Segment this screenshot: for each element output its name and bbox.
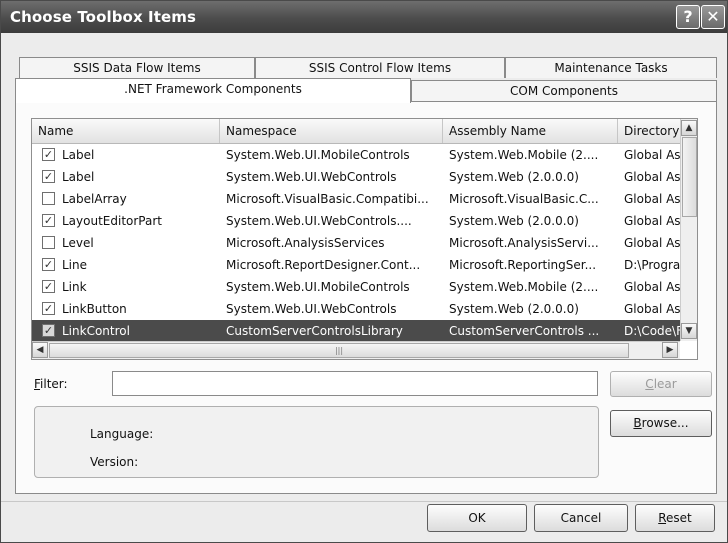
cell-name: Label	[62, 170, 95, 184]
cell-assembly: System.Web.Mobile (2....	[449, 280, 599, 294]
window-title: Choose Toolbox Items	[10, 8, 197, 26]
cell-namespace: Microsoft.VisualBasic.Compatibi...	[226, 192, 429, 206]
list-header: Name Namespace Assembly Name Directory	[32, 119, 680, 144]
reset-button[interactable]: Reset	[635, 504, 715, 532]
cell-namespace: System.Web.UI.WebControls....	[226, 214, 412, 228]
cell-directory: Global Ass	[624, 214, 680, 228]
cell-name: Level	[62, 236, 94, 250]
clear-button[interactable]: Clear	[610, 371, 712, 397]
cell-directory: Global Ass	[624, 302, 680, 316]
components-list[interactable]: Name Namespace Assembly Name Directory ✓…	[31, 118, 698, 360]
table-row[interactable]: LabelArray Microsoft.VisualBasic.Compatib…	[32, 188, 680, 210]
version-label: Version:	[90, 455, 139, 469]
table-row[interactable]: Level Microsoft.AnalysisServices Microsoft…	[32, 232, 680, 254]
tab-net-framework-components[interactable]: .NET Framework Components	[15, 78, 411, 103]
tab-ssis-control-flow-items[interactable]: SSIS Control Flow Items	[255, 57, 505, 78]
cell-namespace: System.Web.UI.MobileControls	[226, 280, 410, 294]
cell-namespace: System.Web.UI.WebControls	[226, 170, 397, 184]
cell-name: LinkControl	[62, 324, 130, 338]
horizontal-scrollbar[interactable]: ◀ ||| ▶	[32, 341, 680, 359]
cell-name: LinkButton	[62, 302, 127, 316]
browse-button[interactable]: Browse...	[610, 410, 712, 437]
cell-directory: Global Ass	[624, 280, 680, 294]
column-header-namespace[interactable]: Namespace	[220, 119, 443, 143]
table-row[interactable]: ✓ Label System.Web.UI.WebControls System.We…	[32, 166, 680, 188]
cell-name: Line	[62, 258, 88, 272]
tab-com-components[interactable]: COM Components	[411, 80, 717, 101]
cell-assembly: CustomServerControls ...	[449, 324, 600, 338]
column-header-directory[interactable]: Directory	[618, 119, 680, 143]
cell-assembly: Microsoft.VisualBasic.C...	[449, 192, 599, 206]
cell-assembly: System.Web (2.0.0.0)	[449, 214, 579, 228]
table-row[interactable]: ✓ LinkButton System.Web.UI.WebControls Syst…	[32, 298, 680, 320]
cell-assembly: System.Web.Mobile (2....	[449, 148, 599, 162]
tab-ssis-data-flow-items[interactable]: SSIS Data Flow Items	[19, 57, 255, 78]
cell-directory: Global Ass	[624, 236, 680, 250]
cell-assembly: System.Web (2.0.0.0)	[449, 302, 579, 316]
scroll-right-button[interactable]: ▶	[662, 342, 678, 358]
title-bar[interactable]: Choose Toolbox Items ? ✕	[1, 1, 727, 33]
vertical-scroll-thumb[interactable]	[682, 137, 697, 217]
cell-assembly: System.Web (2.0.0.0)	[449, 170, 579, 184]
cell-namespace: Microsoft.AnalysisServices	[226, 236, 385, 250]
cell-directory: Global Ass	[624, 170, 680, 184]
horizontal-scroll-thumb[interactable]: |||	[49, 343, 629, 358]
cell-directory: Global Ass	[624, 148, 680, 162]
cell-assembly: Microsoft.AnalysisServi...	[449, 236, 599, 250]
table-row[interactable]: ✓ LayoutEditorPart System.Web.UI.WebContro…	[32, 210, 680, 232]
cell-assembly: Microsoft.ReportingSer...	[449, 258, 597, 272]
column-header-name[interactable]: Name	[32, 119, 220, 143]
scroll-up-button[interactable]: ▲	[681, 120, 697, 136]
close-button[interactable]: ✕	[701, 5, 725, 29]
cell-directory: D:\Progra	[624, 258, 680, 272]
tab-maintenance-tasks[interactable]: Maintenance Tasks	[505, 57, 717, 78]
scroll-down-button[interactable]: ▼	[681, 323, 697, 339]
cell-name: LayoutEditorPart	[62, 214, 162, 228]
cell-name: LabelArray	[62, 192, 127, 206]
component-info-box: Language: Version:	[34, 406, 599, 478]
choose-toolbox-items-dialog: Choose Toolbox Items ? ✕ SSIS Data Flow …	[0, 0, 728, 543]
filter-input[interactable]	[112, 371, 598, 396]
cell-directory: D:\Code\F	[624, 324, 680, 338]
vertical-scrollbar[interactable]: ▲ ▼	[680, 119, 697, 341]
column-header-assembly-name[interactable]: Assembly Name	[443, 119, 618, 143]
cell-namespace: System.Web.UI.WebControls	[226, 302, 397, 316]
cancel-button[interactable]: Cancel	[534, 504, 628, 532]
cell-namespace: CustomServerControlsLibrary	[226, 324, 403, 338]
cell-directory: Global Ass	[624, 192, 680, 206]
cell-namespace: Microsoft.ReportDesigner.Cont...	[226, 258, 421, 272]
table-row[interactable]: ✓ Link System.Web.UI.MobileControls System.…	[32, 276, 680, 298]
table-row[interactable]: ✓ Label System.Web.UI.MobileControls System…	[32, 144, 680, 166]
table-row[interactable]: ✓ Line Microsoft.ReportDesigner.Cont... Mic…	[32, 254, 680, 276]
scroll-left-button[interactable]: ◀	[32, 342, 48, 358]
ok-button[interactable]: OK	[427, 504, 527, 532]
table-row[interactable]: ✓ LinkControl CustomServerControlsLibrary C…	[32, 320, 680, 342]
language-label: Language:	[90, 427, 154, 441]
cell-namespace: System.Web.UI.MobileControls	[226, 148, 410, 162]
help-button[interactable]: ?	[676, 5, 700, 29]
cell-name: Label	[62, 148, 95, 162]
filter-label: Filter:	[34, 377, 68, 391]
filter-label-rest: ilter:	[40, 377, 68, 391]
cell-name: Link	[62, 280, 87, 294]
footer-separator	[1, 501, 727, 502]
